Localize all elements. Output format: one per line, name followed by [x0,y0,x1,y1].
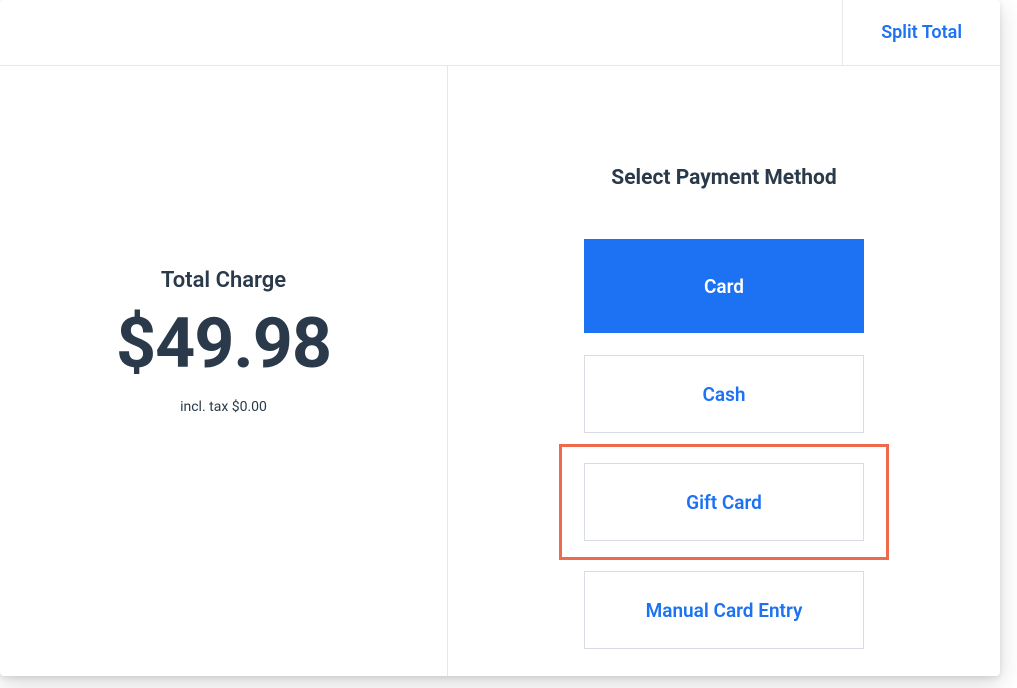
split-total-section: Split Total [842,0,1000,65]
payment-buttons: Card Cash Gift Card Manual Card Entry [559,228,889,660]
payment-panel: Select Payment Method Card Cash Gift Car… [448,66,1000,676]
total-charge-label: Total Charge [161,268,286,293]
total-panel: Total Charge $49.98 incl. tax $0.00 [0,66,448,676]
payment-option-card[interactable]: Card [584,239,864,333]
payment-option-wrapper: Manual Card Entry [559,560,889,660]
total-charge-amount: $49.98 [116,303,331,385]
body: Total Charge $49.98 incl. tax $0.00 Sele… [0,66,1000,676]
payment-option-gift-card[interactable]: Gift Card [584,463,864,541]
payment-option-wrapper: Card [559,228,889,344]
tax-note: incl. tax $0.00 [180,399,267,415]
payment-option-wrapper: Cash [559,344,889,444]
checkout-container: Split Total Total Charge $49.98 incl. ta… [0,0,1000,676]
header-bar: Split Total [0,0,1000,66]
payment-option-highlight: Gift Card [559,444,889,560]
split-total-link[interactable]: Split Total [881,22,962,43]
select-payment-title: Select Payment Method [611,166,836,190]
payment-option-manual-entry[interactable]: Manual Card Entry [584,571,864,649]
payment-option-cash[interactable]: Cash [584,355,864,433]
